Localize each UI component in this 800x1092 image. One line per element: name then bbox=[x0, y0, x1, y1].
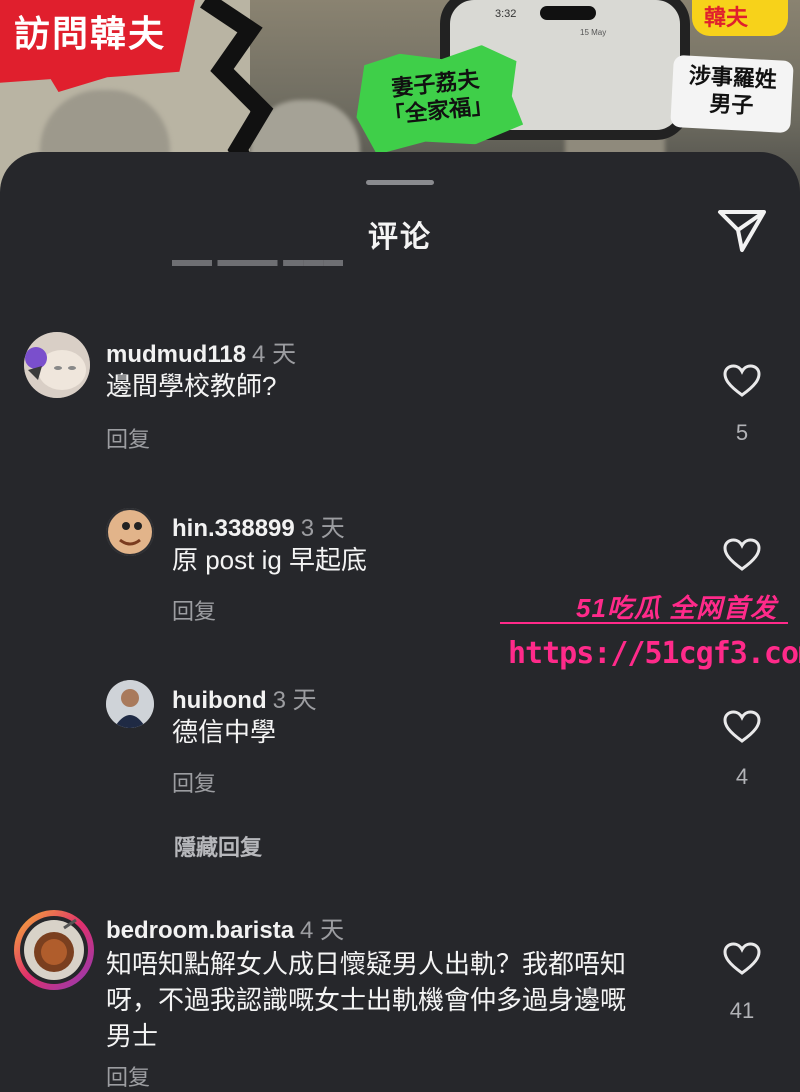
watermark-title: 51吃瓜 全网首发 bbox=[576, 593, 778, 623]
like-count: 41 bbox=[729, 998, 755, 1023]
drag-handle[interactable] bbox=[366, 180, 434, 185]
send-icon[interactable] bbox=[716, 208, 768, 254]
reply-button[interactable]: 回复 bbox=[106, 1060, 150, 1092]
comment-header: huibond 3 天 bbox=[172, 680, 317, 715]
headline-tag-white: 涉事羅姓男子 bbox=[670, 54, 794, 134]
reply-button[interactable]: 回复 bbox=[106, 422, 150, 454]
comment-text: 邊間學校教師? bbox=[106, 371, 277, 401]
scrolled-comment-fragment: ▬▬ ▬▬▬ ▬▬▬ bbox=[172, 258, 344, 271]
comment-text: 德信中學 bbox=[172, 717, 277, 747]
username[interactable]: bedroom.barista bbox=[106, 917, 294, 944]
avatar-story-ring[interactable] bbox=[14, 910, 94, 990]
like-count: 5 bbox=[735, 420, 749, 445]
like-count: 4 bbox=[735, 764, 749, 789]
timestamp: 4 天 bbox=[252, 341, 297, 368]
comment-text-line: 呀，不過我認識嘅女士出軌機會仲多過身邊嘅 bbox=[106, 985, 627, 1015]
comment-text-line: 知唔知點解女人成日懷疑男人出軌？我都唔知 bbox=[106, 949, 627, 979]
comment-text: 原 post ig 早起底 bbox=[172, 545, 368, 575]
timestamp: 4 天 bbox=[300, 917, 345, 944]
avatar[interactable] bbox=[106, 680, 154, 728]
comment-header: hin.338899 3 天 bbox=[172, 508, 345, 543]
username[interactable]: mudmud118 bbox=[106, 341, 246, 368]
comment-header: bedroom.barista 4 天 bbox=[106, 910, 344, 945]
heart-icon[interactable] bbox=[722, 710, 762, 744]
sheet-title: 评论 bbox=[368, 221, 432, 254]
timestamp: 3 天 bbox=[300, 515, 345, 542]
heart-icon[interactable] bbox=[722, 942, 762, 976]
comment-text: 知唔知點解女人成日懷疑男人出軌？我都唔知 呀，不過我認識嘅女士出軌機會仲多過身邊… bbox=[106, 946, 706, 1054]
avatar[interactable] bbox=[106, 508, 154, 556]
timestamp: 3 天 bbox=[272, 687, 317, 714]
watermark-divider bbox=[500, 622, 788, 624]
reply-button[interactable]: 回复 bbox=[172, 766, 216, 798]
heart-icon[interactable] bbox=[722, 364, 762, 398]
reply-button[interactable]: 回复 bbox=[172, 594, 216, 626]
comment-header: mudmud118 4 天 bbox=[106, 334, 296, 369]
heart-icon[interactable] bbox=[722, 538, 762, 572]
avatar[interactable] bbox=[24, 332, 90, 398]
username[interactable]: huibond bbox=[172, 687, 267, 714]
hide-replies-button[interactable]: 隱藏回复 bbox=[174, 830, 262, 862]
headline-tag-yellow: 韓夫 bbox=[692, 0, 788, 36]
username[interactable]: hin.338899 bbox=[172, 515, 295, 542]
watermark-url: https://51cgf3.com bbox=[508, 636, 800, 671]
comment-text-line: 男士 bbox=[106, 1021, 159, 1051]
